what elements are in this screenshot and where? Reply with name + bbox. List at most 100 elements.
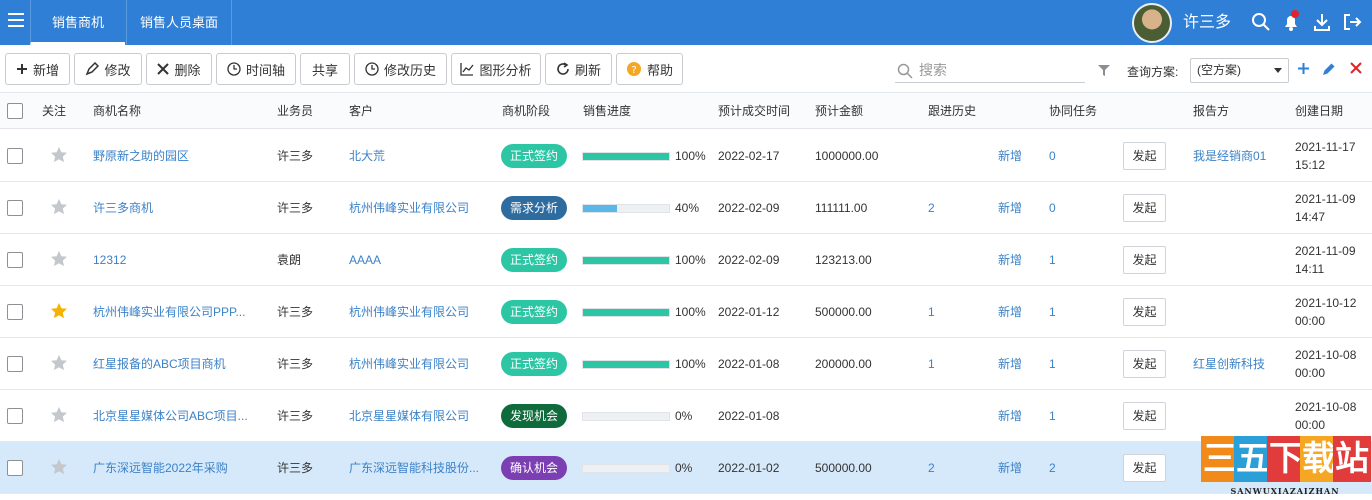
history-count-link[interactable]: 2 [928, 442, 948, 494]
row-checkbox[interactable] [7, 200, 23, 216]
row-checkbox[interactable] [7, 252, 23, 268]
star-icon[interactable] [50, 198, 68, 216]
customer-link[interactable]: 杭州伟峰实业有限公司 [349, 286, 489, 338]
col-created[interactable]: 创建日期 [1295, 93, 1343, 129]
table-row[interactable]: 许三多商机 许三多 杭州伟峰实业有限公司 需求分析 40% 2022-02-09 11111… [0, 182, 1372, 234]
timeline-button[interactable]: 时间轴 [216, 53, 296, 85]
history-count-link[interactable] [928, 390, 948, 442]
opportunity-name-link[interactable]: 北京星星媒体公司ABC项目... [93, 390, 253, 442]
row-checkbox[interactable] [7, 148, 23, 164]
col-amount[interactable]: 预计金额 [815, 93, 863, 129]
task-count-link[interactable]: 1 [1049, 234, 1069, 286]
history-count-link[interactable] [928, 234, 948, 286]
col-history[interactable]: 跟进历史 [928, 93, 976, 129]
launch-button[interactable]: 发起 [1123, 142, 1166, 170]
exit-icon[interactable] [1342, 12, 1362, 32]
share-button[interactable]: 共享 [300, 53, 350, 85]
task-count-link[interactable]: 1 [1049, 286, 1069, 338]
star-icon[interactable] [50, 146, 68, 164]
customer-link[interactable]: 杭州伟峰实业有限公司 [349, 338, 489, 390]
add-history-link[interactable]: 新增 [998, 390, 1028, 442]
launch-button[interactable]: 发起 [1123, 350, 1166, 378]
add-history-link[interactable]: 新增 [998, 442, 1028, 494]
history-count-link[interactable]: 2 [928, 182, 948, 234]
col-stage[interactable]: 商机阶段 [502, 93, 550, 129]
launch-button[interactable]: 发起 [1123, 402, 1166, 430]
reporter-link[interactable] [1193, 390, 1288, 442]
launch-button[interactable]: 发起 [1123, 194, 1166, 222]
add-history-link[interactable]: 新增 [998, 130, 1028, 182]
task-count-link[interactable]: 2 [1049, 442, 1069, 494]
star-icon[interactable] [50, 458, 68, 476]
star-icon[interactable] [50, 302, 68, 320]
col-customer[interactable]: 客户 [349, 93, 373, 129]
table-row[interactable]: 12312 袁朗 AAAA 正式签约 100% 2022-02-09 123213.00 新增… [0, 234, 1372, 286]
add-history-link[interactable]: 新增 [998, 338, 1028, 390]
task-count-link[interactable]: 0 [1049, 130, 1069, 182]
tab-sales-desktop[interactable]: 销售人员桌面 [126, 0, 232, 45]
delete-button[interactable]: 删除 [146, 53, 212, 85]
launch-button[interactable]: 发起 [1123, 246, 1166, 274]
task-count-link[interactable]: 1 [1049, 390, 1069, 442]
row-checkbox[interactable] [7, 356, 23, 372]
close-icon[interactable] [1350, 62, 1362, 74]
add-history-link[interactable]: 新增 [998, 286, 1028, 338]
table-row[interactable]: 广东深远智能2022年采购 许三多 广东深远智能科技股份... 确认机会 0% 2022-… [0, 442, 1372, 494]
task-count-link[interactable]: 0 [1049, 182, 1069, 234]
reporter-link[interactable] [1193, 286, 1288, 338]
plus-icon[interactable] [1297, 62, 1310, 75]
reporter-link[interactable] [1193, 234, 1288, 286]
reporter-link[interactable]: 我是经销商01 [1193, 130, 1288, 182]
reporter-link[interactable]: 红星创新科技 [1193, 338, 1288, 390]
filter-icon[interactable] [1097, 63, 1111, 77]
customer-link[interactable]: 北京星星媒体有限公司 [349, 390, 489, 442]
download-icon[interactable] [1312, 12, 1332, 32]
launch-button[interactable]: 发起 [1123, 454, 1166, 482]
table-row[interactable]: 红星报备的ABC项目商机 许三多 杭州伟峰实业有限公司 正式签约 100% 2022-01… [0, 338, 1372, 390]
row-checkbox[interactable] [7, 408, 23, 424]
add-history-link[interactable]: 新增 [998, 234, 1028, 286]
edit-button[interactable]: 修改 [74, 53, 142, 85]
edit-history-button[interactable]: 修改历史 [354, 53, 447, 85]
username[interactable]: 许三多 [1183, 0, 1231, 45]
opportunity-name-link[interactable]: 许三多商机 [93, 182, 253, 234]
customer-link[interactable]: AAAA [349, 234, 489, 286]
menu-icon[interactable] [8, 13, 24, 29]
row-checkbox[interactable] [7, 460, 23, 476]
table-row[interactable]: 杭州伟峰实业有限公司PPP... 许三多 杭州伟峰实业有限公司 正式签约 100% 202… [0, 286, 1372, 338]
col-progress[interactable]: 销售进度 [583, 93, 631, 129]
customer-link[interactable]: 杭州伟峰实业有限公司 [349, 182, 489, 234]
opportunity-name-link[interactable]: 红星报备的ABC项目商机 [93, 338, 253, 390]
col-follow[interactable]: 关注 [42, 93, 66, 129]
col-tasks[interactable]: 协同任务 [1049, 93, 1097, 129]
history-count-link[interactable]: 1 [928, 286, 948, 338]
opportunity-name-link[interactable]: 12312 [93, 234, 253, 286]
star-icon[interactable] [50, 354, 68, 372]
pencil-icon[interactable] [1321, 62, 1336, 77]
col-name[interactable]: 商机名称 [93, 93, 141, 129]
launch-button[interactable]: 发起 [1123, 298, 1166, 326]
customer-link[interactable]: 广东深远智能科技股份... [349, 442, 489, 494]
chart-analysis-button[interactable]: 图形分析 [451, 53, 541, 85]
opportunity-name-link[interactable]: 杭州伟峰实业有限公司PPP... [93, 286, 253, 338]
table-row[interactable]: 野原新之助的园区 许三多 北大荒 正式签约 100% 2022-02-17 1000000.… [0, 130, 1372, 182]
search-input[interactable]: 搜索 [895, 59, 1085, 83]
query-scheme-select[interactable]: (空方案) [1190, 58, 1289, 83]
table-row[interactable]: 北京星星媒体公司ABC项目... 许三多 北京星星媒体有限公司 发现机会 0% 2022-… [0, 390, 1372, 442]
avatar[interactable] [1132, 3, 1172, 43]
tab-sales-opportunity[interactable]: 销售商机 [30, 0, 125, 45]
row-checkbox[interactable] [7, 304, 23, 320]
col-salesperson[interactable]: 业务员 [277, 93, 313, 129]
customer-link[interactable]: 北大荒 [349, 130, 489, 182]
add-history-link[interactable]: 新增 [998, 182, 1028, 234]
refresh-button[interactable]: 刷新 [545, 53, 612, 85]
history-count-link[interactable]: 1 [928, 338, 948, 390]
star-icon[interactable] [50, 406, 68, 424]
add-button[interactable]: 新增 [5, 53, 70, 85]
search-icon[interactable] [1251, 12, 1271, 32]
star-icon[interactable] [50, 250, 68, 268]
reporter-link[interactable] [1193, 182, 1288, 234]
col-reporter[interactable]: 报告方 [1193, 93, 1229, 129]
col-deal-date[interactable]: 预计成交时间 [718, 93, 790, 129]
opportunity-name-link[interactable]: 广东深远智能2022年采购 [93, 442, 253, 494]
